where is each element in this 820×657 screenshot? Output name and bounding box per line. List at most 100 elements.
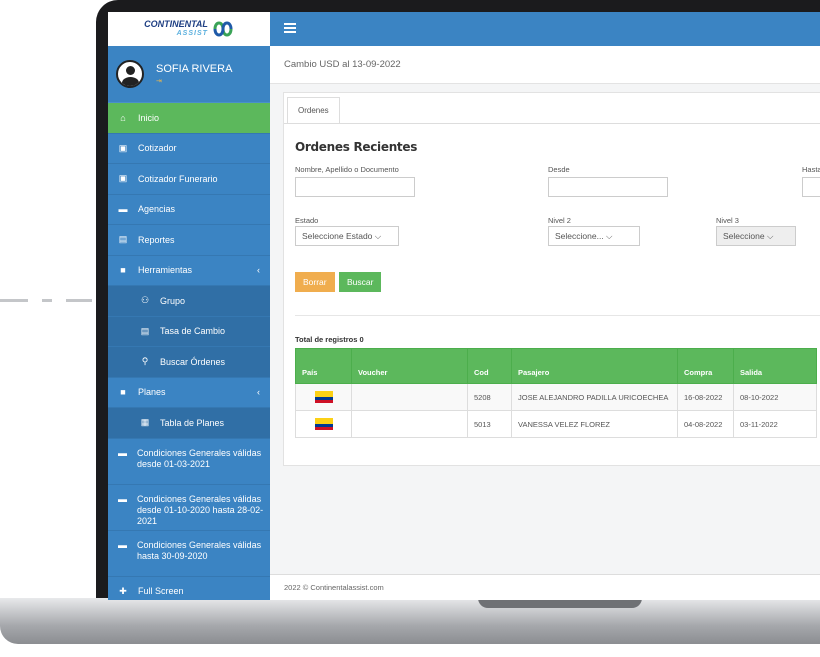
search-button[interactable]: Buscar (339, 272, 382, 292)
sidebar-item-label: Tabla de Planes (160, 417, 225, 428)
sidebar-item-label: Tasa de Cambio (160, 326, 226, 337)
background-dash (0, 299, 28, 302)
brand-name-bottom: ASSIST (176, 30, 208, 37)
briefcase-icon: ▬ (118, 493, 127, 504)
brand-logo[interactable]: CONTINENTAL ASSIST (108, 12, 270, 46)
level3-label: Nivel 3 (716, 216, 739, 225)
name-field[interactable] (295, 177, 415, 197)
table-icon: ▦ (140, 417, 150, 428)
sidebar-item-buscar-rdenes[interactable]: ⚲ Buscar Órdenes (108, 347, 270, 378)
exchange-rate-header: Cambio USD al 13-09-2022 (270, 46, 820, 84)
sidebar-item-reportes[interactable]: ▤ Reportes (108, 225, 270, 256)
avatar[interactable] (116, 60, 144, 88)
sidebar-item-label: Condiciones Generales válidas desde 01-0… (137, 447, 262, 469)
departure-date-cell: 08-10-2022 (733, 383, 817, 411)
briefcase-icon: ▬ (118, 447, 127, 458)
sidebar-item-condiciones-generales-v-lidas-desde-01-1[interactable]: ▬ Condiciones Generales válidas desde 01-… (108, 485, 270, 531)
sidebar-item-cotizador[interactable]: ▣ Cotizador (108, 134, 270, 164)
sidebar-item-label: Condiciones Generales válidas desde 01-1… (137, 493, 264, 526)
column-header-voucher[interactable]: Voucher (351, 348, 468, 384)
orders-panel: Ordenes Ordenes Recientes Nombre, Apelli… (283, 92, 820, 466)
state-label: Estado (295, 216, 319, 225)
money-icon: ▣ (118, 173, 128, 184)
background-dash (42, 299, 52, 302)
from-field-label: Desde (548, 165, 570, 174)
chevron-left-icon: ‹ (257, 387, 260, 398)
state-select-value: Seleccione Estado (302, 231, 373, 241)
chevron-down-icon: ⌵ (606, 231, 613, 241)
sidebar-item-condiciones-generales-v-lidas-hasta-30-0[interactable]: ▬ Condiciones Generales válidas hasta 30-… (108, 531, 270, 577)
flag-colombia-icon (295, 383, 352, 411)
passenger-cell: VANESSA VELEZ FLOREZ (511, 410, 678, 438)
menu-toggle-icon[interactable] (284, 23, 296, 33)
briefcase-icon: ▬ (118, 204, 128, 215)
sidebar-item-condiciones-generales-v-lidas-desde-01-0[interactable]: ▬ Condiciones Generales válidas desde 01-… (108, 439, 270, 485)
sidebar-item-full-screen[interactable]: ✚ Full Screen (108, 577, 270, 601)
tab-ordenes[interactable]: Ordenes (287, 97, 340, 124)
column-header-passenger[interactable]: Pasajero (511, 348, 678, 384)
user-name: SOFIA RIVERA (156, 63, 233, 75)
flag-colombia-icon (295, 410, 352, 438)
search-icon: ⚲ (141, 356, 149, 367)
table-row[interactable]: 5013 VANESSA VELEZ FLOREZ 04-08-2022 03-… (295, 410, 817, 438)
arrows-icon: ✚ (119, 585, 127, 596)
level2-select[interactable]: Seleccione... ⌵ (548, 226, 640, 246)
level3-select[interactable]: Seleccione ⌵ (716, 226, 796, 246)
sidebar-item-label: Reportes (138, 234, 175, 245)
flag-icon (314, 418, 333, 430)
sidebar-item-tasa-de-cambio[interactable]: ▤ Tasa de Cambio (108, 316, 270, 347)
column-header-cod[interactable]: Cod (467, 348, 512, 384)
column-header-purchase[interactable]: Compra (677, 348, 734, 384)
to-field-label: Hasta (802, 165, 820, 174)
divider (295, 315, 820, 316)
table-row[interactable]: 5208 JOSE ALEJANDRO PADILLA URICOECHEA 1… (295, 383, 817, 411)
sidebar-item-herramientas[interactable]: ■ Herramientas ‹ (108, 256, 270, 286)
chevron-left-icon: ‹ (257, 265, 260, 276)
state-select[interactable]: Seleccione Estado ⌵ (295, 226, 399, 246)
sidebar-item-planes[interactable]: ■ Planes ‹ (108, 378, 270, 408)
passenger-cell: JOSE ALEJANDRO PADILLA URICOECHEA (511, 383, 678, 411)
purchase-date-cell: 16-08-2022 (677, 383, 734, 411)
column-header-country[interactable]: País (295, 348, 352, 384)
level3-select-value: Seleccione (723, 231, 765, 241)
orders-table: País Voucher Cod Pasajero Compra Salida … (295, 348, 817, 438)
sidebar-nav: ⌂ Inicio ▣ Cotizador ▣ Cotizador Funerario ▬ Ag… (108, 103, 270, 600)
flag-icon (314, 391, 333, 403)
sidebar-item-label: Cotizador (138, 143, 177, 154)
sidebar-item-tabla-de-planes[interactable]: ▦ Tabla de Planes (108, 408, 270, 439)
sign-out-icon[interactable]: ⇥ (156, 77, 232, 85)
sidebar-item-label: Condiciones Generales válidas hasta 30-0… (137, 539, 262, 561)
sidebar-item-label: Herramientas (138, 265, 193, 276)
name-field-label: Nombre, Apellido o Documento (295, 165, 399, 174)
users-icon: ⚇ (140, 295, 150, 306)
chevron-down-icon: ⌵ (374, 231, 382, 241)
level2-label: Nivel 2 (548, 216, 571, 225)
sidebar-item-label: Full Screen (138, 586, 184, 597)
voucher-cell (351, 410, 468, 438)
chart-icon: ▤ (140, 325, 150, 336)
briefcase-icon: ▬ (118, 539, 127, 550)
sidebar: CONTINENTAL ASSIST SOFIA RIVERA ⇥ ⌂ Inici… (108, 12, 270, 600)
sidebar-item-label: Planes (138, 387, 166, 398)
sidebar-item-label: Grupo (160, 295, 186, 306)
cod-cell: 5208 (467, 383, 512, 411)
clear-button[interactable]: Borrar (295, 272, 335, 292)
tools-icon: ■ (120, 387, 126, 398)
chart-icon: ▤ (118, 234, 128, 245)
top-bar (270, 12, 820, 46)
brand-knot-icon (213, 21, 233, 37)
sidebar-item-agencias[interactable]: ▬ Agencias (108, 195, 270, 225)
brand-name-top: CONTINENTAL (144, 19, 208, 29)
sidebar-item-inicio[interactable]: ⌂ Inicio (108, 103, 270, 134)
level2-select-value: Seleccione... (555, 231, 604, 241)
sidebar-item-cotizador-funerario[interactable]: ▣ Cotizador Funerario (108, 164, 270, 195)
sidebar-item-label: Buscar Órdenes (160, 356, 226, 367)
column-header-departure[interactable]: Salida (733, 348, 817, 384)
table-header-row: País Voucher Cod Pasajero Compra Salida (295, 348, 817, 384)
from-date-field[interactable] (548, 177, 668, 197)
sidebar-item-grupo[interactable]: ⚇ Grupo (108, 286, 270, 317)
brand-wordmark: CONTINENTAL ASSIST (144, 20, 208, 38)
page-title: Ordenes Recientes (295, 140, 418, 154)
footer: 2022 © Continentalassist.com (270, 574, 820, 600)
to-date-field[interactable] (802, 177, 820, 197)
